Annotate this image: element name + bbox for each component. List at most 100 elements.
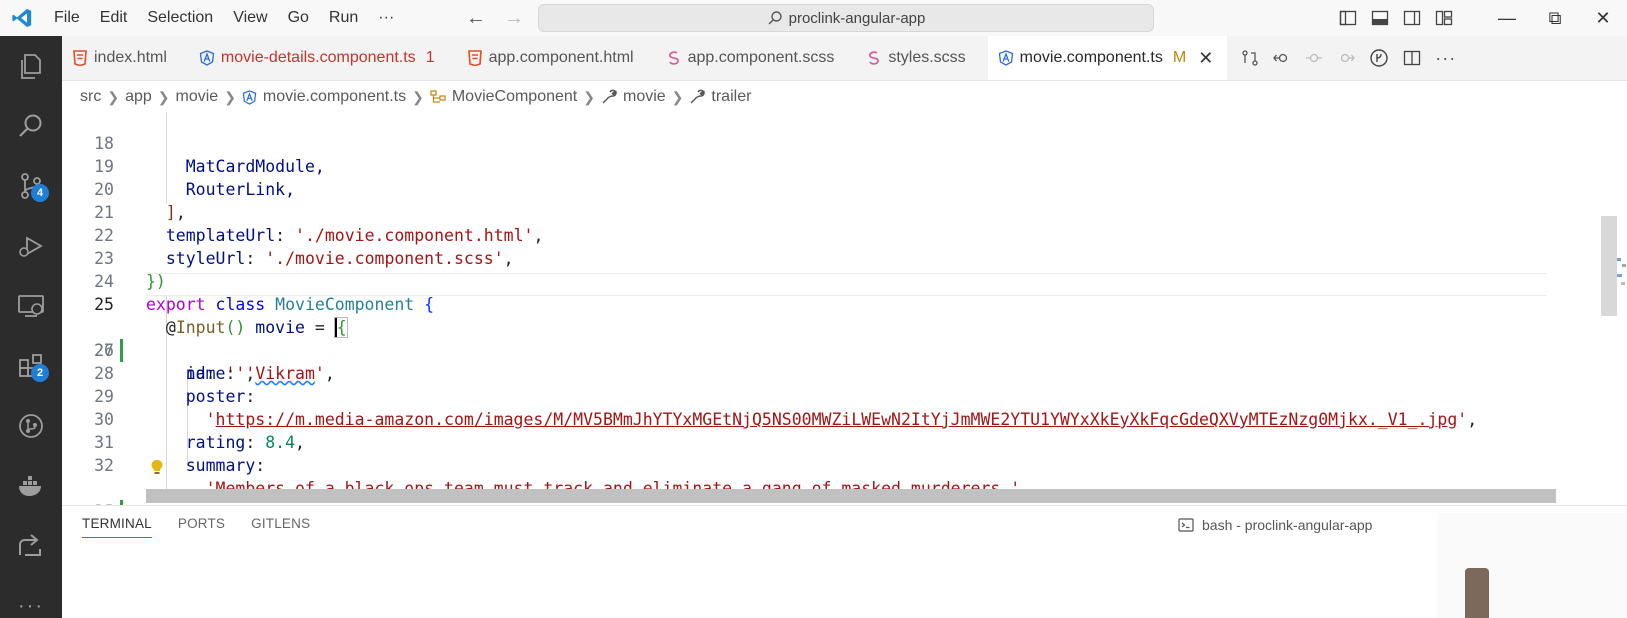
menu-more[interactable]: ··· bbox=[368, 0, 404, 36]
source-control-icon[interactable]: 4 bbox=[0, 156, 62, 216]
menu-edit[interactable]: Edit bbox=[90, 0, 138, 36]
tab-label: movie-details.component.ts bbox=[220, 49, 416, 66]
forward-arrow-icon[interactable]: → bbox=[504, 7, 524, 30]
html-file-icon bbox=[73, 50, 87, 66]
more-icon[interactable]: ··· bbox=[0, 576, 62, 618]
code-line: 22 styleUrl: './movie.component.scss', bbox=[62, 201, 1627, 268]
toggle-secondary-sidebar-icon[interactable] bbox=[1403, 9, 1421, 27]
restore-icon[interactable]: ⧉ bbox=[1531, 0, 1579, 36]
tab-label: movie.component.ts bbox=[1019, 49, 1163, 66]
next-change-icon[interactable] bbox=[1337, 49, 1356, 67]
tab-movie-component-ts[interactable]: movie.component.ts M ✕ bbox=[987, 36, 1228, 80]
lightbulb-icon[interactable] bbox=[150, 459, 164, 479]
code-line: 25 @Input() movie = { bbox=[62, 270, 1627, 338]
property-wrench-icon bbox=[602, 89, 617, 104]
chevron-right-icon: ❯ bbox=[157, 88, 170, 105]
code-line: 18 MatCardModule, bbox=[62, 112, 1627, 176]
breadcrumb-src[interactable]: src bbox=[80, 88, 101, 106]
angular-file-icon bbox=[242, 89, 257, 105]
close-tab-icon[interactable]: ✕ bbox=[1198, 48, 1213, 69]
terminal-label: bash - proclink-angular-app bbox=[1202, 517, 1373, 533]
tab-ports[interactable]: PORTS bbox=[178, 516, 225, 538]
terminal-instance[interactable]: bash - proclink-angular-app bbox=[1178, 517, 1372, 533]
html-file-icon bbox=[467, 50, 482, 66]
chevron-right-icon: ❯ bbox=[583, 88, 595, 105]
property-wrench-icon bbox=[690, 89, 706, 104]
explorer-icon[interactable] bbox=[0, 36, 62, 96]
title-bar-controls: — ⧉ ✕ bbox=[1339, 0, 1627, 36]
tab-movie-details-component-ts[interactable]: movie-details.component.ts 1 bbox=[189, 36, 457, 80]
title-bar: File Edit Selection View Go Run ··· ← → … bbox=[0, 0, 1627, 36]
tab-app-component-scss[interactable]: app.component.scss bbox=[656, 36, 857, 80]
chevron-right-icon: ❯ bbox=[224, 88, 236, 105]
gitlens-icon[interactable] bbox=[0, 396, 62, 456]
code-line: 20 ], bbox=[62, 155, 1627, 222]
extensions-icon[interactable]: 2 bbox=[0, 336, 62, 396]
horizontal-scrollbar[interactable] bbox=[146, 489, 1556, 503]
tab-gitlens[interactable]: GITLENS bbox=[251, 516, 310, 538]
commit-icon[interactable] bbox=[1305, 49, 1323, 67]
tab-label: styles.scss bbox=[888, 49, 966, 66]
gitlens-inspect-icon[interactable] bbox=[1369, 48, 1389, 68]
tab-label: app.component.scss bbox=[687, 49, 835, 66]
editor-tab-bar: index.html movie-details.component.ts 1 … bbox=[62, 36, 1627, 81]
menu-view[interactable]: View bbox=[223, 0, 277, 36]
tab-app-component-html[interactable]: app.component.html bbox=[457, 36, 656, 80]
breadcrumb-app[interactable]: app bbox=[125, 88, 152, 106]
code-line: 28 poster: bbox=[62, 339, 1627, 406]
code-line: 27 name: 'Vikram', bbox=[62, 316, 1627, 383]
command-center-label: proclink-angular-app bbox=[788, 9, 926, 27]
menu-selection[interactable]: Selection bbox=[137, 0, 223, 36]
tab-terminal[interactable]: TERMINAL bbox=[82, 516, 152, 538]
more-actions-icon[interactable]: ··· bbox=[1435, 48, 1456, 69]
code-editor[interactable]: 18 MatCardModule, 19 RouterLink, 20 ], 2… bbox=[62, 112, 1627, 505]
minimap[interactable] bbox=[1615, 252, 1627, 292]
breadcrumb-movie-property[interactable]: movie bbox=[623, 88, 666, 106]
tab-styles-scss[interactable]: styles.scss bbox=[856, 36, 987, 80]
code-line: 33 trailer: '', bbox=[62, 454, 1627, 505]
toggle-primary-sidebar-icon[interactable] bbox=[1339, 9, 1357, 27]
command-center[interactable]: proclink-angular-app bbox=[538, 4, 1154, 32]
close-window-icon[interactable]: ✕ bbox=[1579, 0, 1627, 36]
breadcrumb-file[interactable]: movie.component.ts bbox=[263, 88, 406, 106]
menu-bar: File Edit Selection View Go Run ··· bbox=[44, 0, 404, 36]
source-control-badge: 4 bbox=[31, 184, 49, 202]
live-share-icon[interactable] bbox=[0, 516, 62, 576]
menu-run[interactable]: Run bbox=[319, 0, 368, 36]
breadcrumb-trailer[interactable]: trailer bbox=[711, 88, 751, 106]
code-line: 29 'https://m.media-amazon.com/images/M/… bbox=[62, 362, 1627, 429]
chevron-right-icon: ❯ bbox=[412, 88, 424, 105]
minimize-icon[interactable]: — bbox=[1483, 0, 1531, 36]
tab-index-html[interactable]: index.html bbox=[62, 36, 189, 80]
run-debug-icon[interactable] bbox=[0, 216, 62, 276]
scss-file-icon bbox=[668, 51, 679, 65]
back-arrow-icon[interactable]: ← bbox=[466, 7, 486, 30]
customize-layout-icon[interactable] bbox=[1435, 9, 1453, 27]
bottom-panel: TERMINAL PORTS GITLENS bash - proclink-a… bbox=[62, 505, 1627, 618]
tab-problem-count: 1 bbox=[425, 49, 435, 66]
navigation-arrows: ← → bbox=[466, 0, 524, 36]
remote-explorer-icon[interactable] bbox=[0, 276, 62, 336]
tab-label: index.html bbox=[94, 49, 167, 66]
menu-file[interactable]: File bbox=[44, 0, 90, 36]
code-line: 31 summary: bbox=[62, 408, 1627, 475]
scss-file-icon bbox=[869, 51, 880, 65]
code-line: 32 'Members of a black ops team must tra… bbox=[62, 431, 1627, 498]
menu-go[interactable]: Go bbox=[278, 0, 319, 36]
docker-icon[interactable] bbox=[0, 456, 62, 516]
breadcrumb-movie-folder[interactable]: movie bbox=[176, 88, 219, 106]
chevron-right-icon: ❯ bbox=[671, 88, 684, 105]
breadcrumb: src ❯ app ❯ movie ❯ movie.component.ts ❯… bbox=[80, 82, 751, 112]
search-sidebar-icon[interactable] bbox=[0, 96, 62, 156]
toggle-panel-icon[interactable] bbox=[1371, 9, 1389, 27]
class-symbol-icon bbox=[430, 89, 446, 103]
code-line: 19 RouterLink, bbox=[62, 132, 1627, 199]
breadcrumb-class[interactable]: MovieComponent bbox=[452, 88, 577, 106]
panel-tabs: TERMINAL PORTS GITLENS bbox=[82, 516, 310, 538]
code-line: 26 id: '', bbox=[62, 293, 1627, 383]
previous-change-icon[interactable] bbox=[1273, 49, 1291, 67]
open-changes-icon[interactable] bbox=[1241, 49, 1259, 67]
code-line: 30 rating: 8.4, bbox=[62, 385, 1627, 452]
code-line: 23 }) bbox=[62, 224, 1627, 291]
split-editor-icon[interactable] bbox=[1403, 49, 1421, 67]
